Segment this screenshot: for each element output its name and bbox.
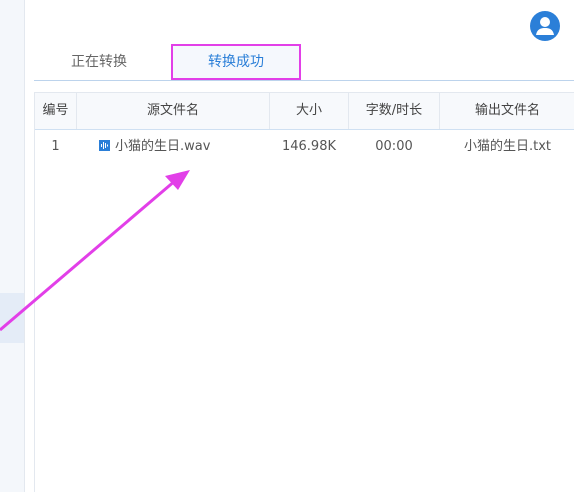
header-source-file: 源文件名 xyxy=(77,93,270,129)
header-length: 字数/时长 xyxy=(349,93,440,129)
left-sidebar xyxy=(0,0,25,492)
file-table: 编号 源文件名 大小 字数/时长 输出文件名 1 小猫的生日.wav 146.9… xyxy=(34,92,574,492)
row-output-name: 小猫的生日.txt xyxy=(463,139,552,154)
tab-converting[interactable]: 正在转换 xyxy=(34,44,164,80)
audio-file-icon xyxy=(99,140,110,151)
row-number: 1 xyxy=(51,139,60,154)
tab-success[interactable]: 转换成功 xyxy=(171,44,301,80)
header-size: 大小 xyxy=(270,93,349,129)
table-header: 编号 源文件名 大小 字数/时长 输出文件名 xyxy=(35,92,574,130)
row-size: 146.98K xyxy=(281,139,336,154)
table-row[interactable]: 1 小猫的生日.wav 146.98K 00:00 小猫的生日.txt xyxy=(35,129,574,165)
row-duration: 00:00 xyxy=(375,139,413,154)
row-source-cell: 小猫的生日.wav xyxy=(77,129,269,165)
sidebar-active-item[interactable] xyxy=(0,293,24,343)
user-avatar-icon[interactable] xyxy=(530,11,560,41)
header-number: 编号 xyxy=(35,93,77,129)
tab-bar: 正在转换 转换成功 xyxy=(34,44,574,81)
row-source-name: 小猫的生日.wav xyxy=(115,139,211,154)
header-output-file: 输出文件名 xyxy=(474,103,540,118)
